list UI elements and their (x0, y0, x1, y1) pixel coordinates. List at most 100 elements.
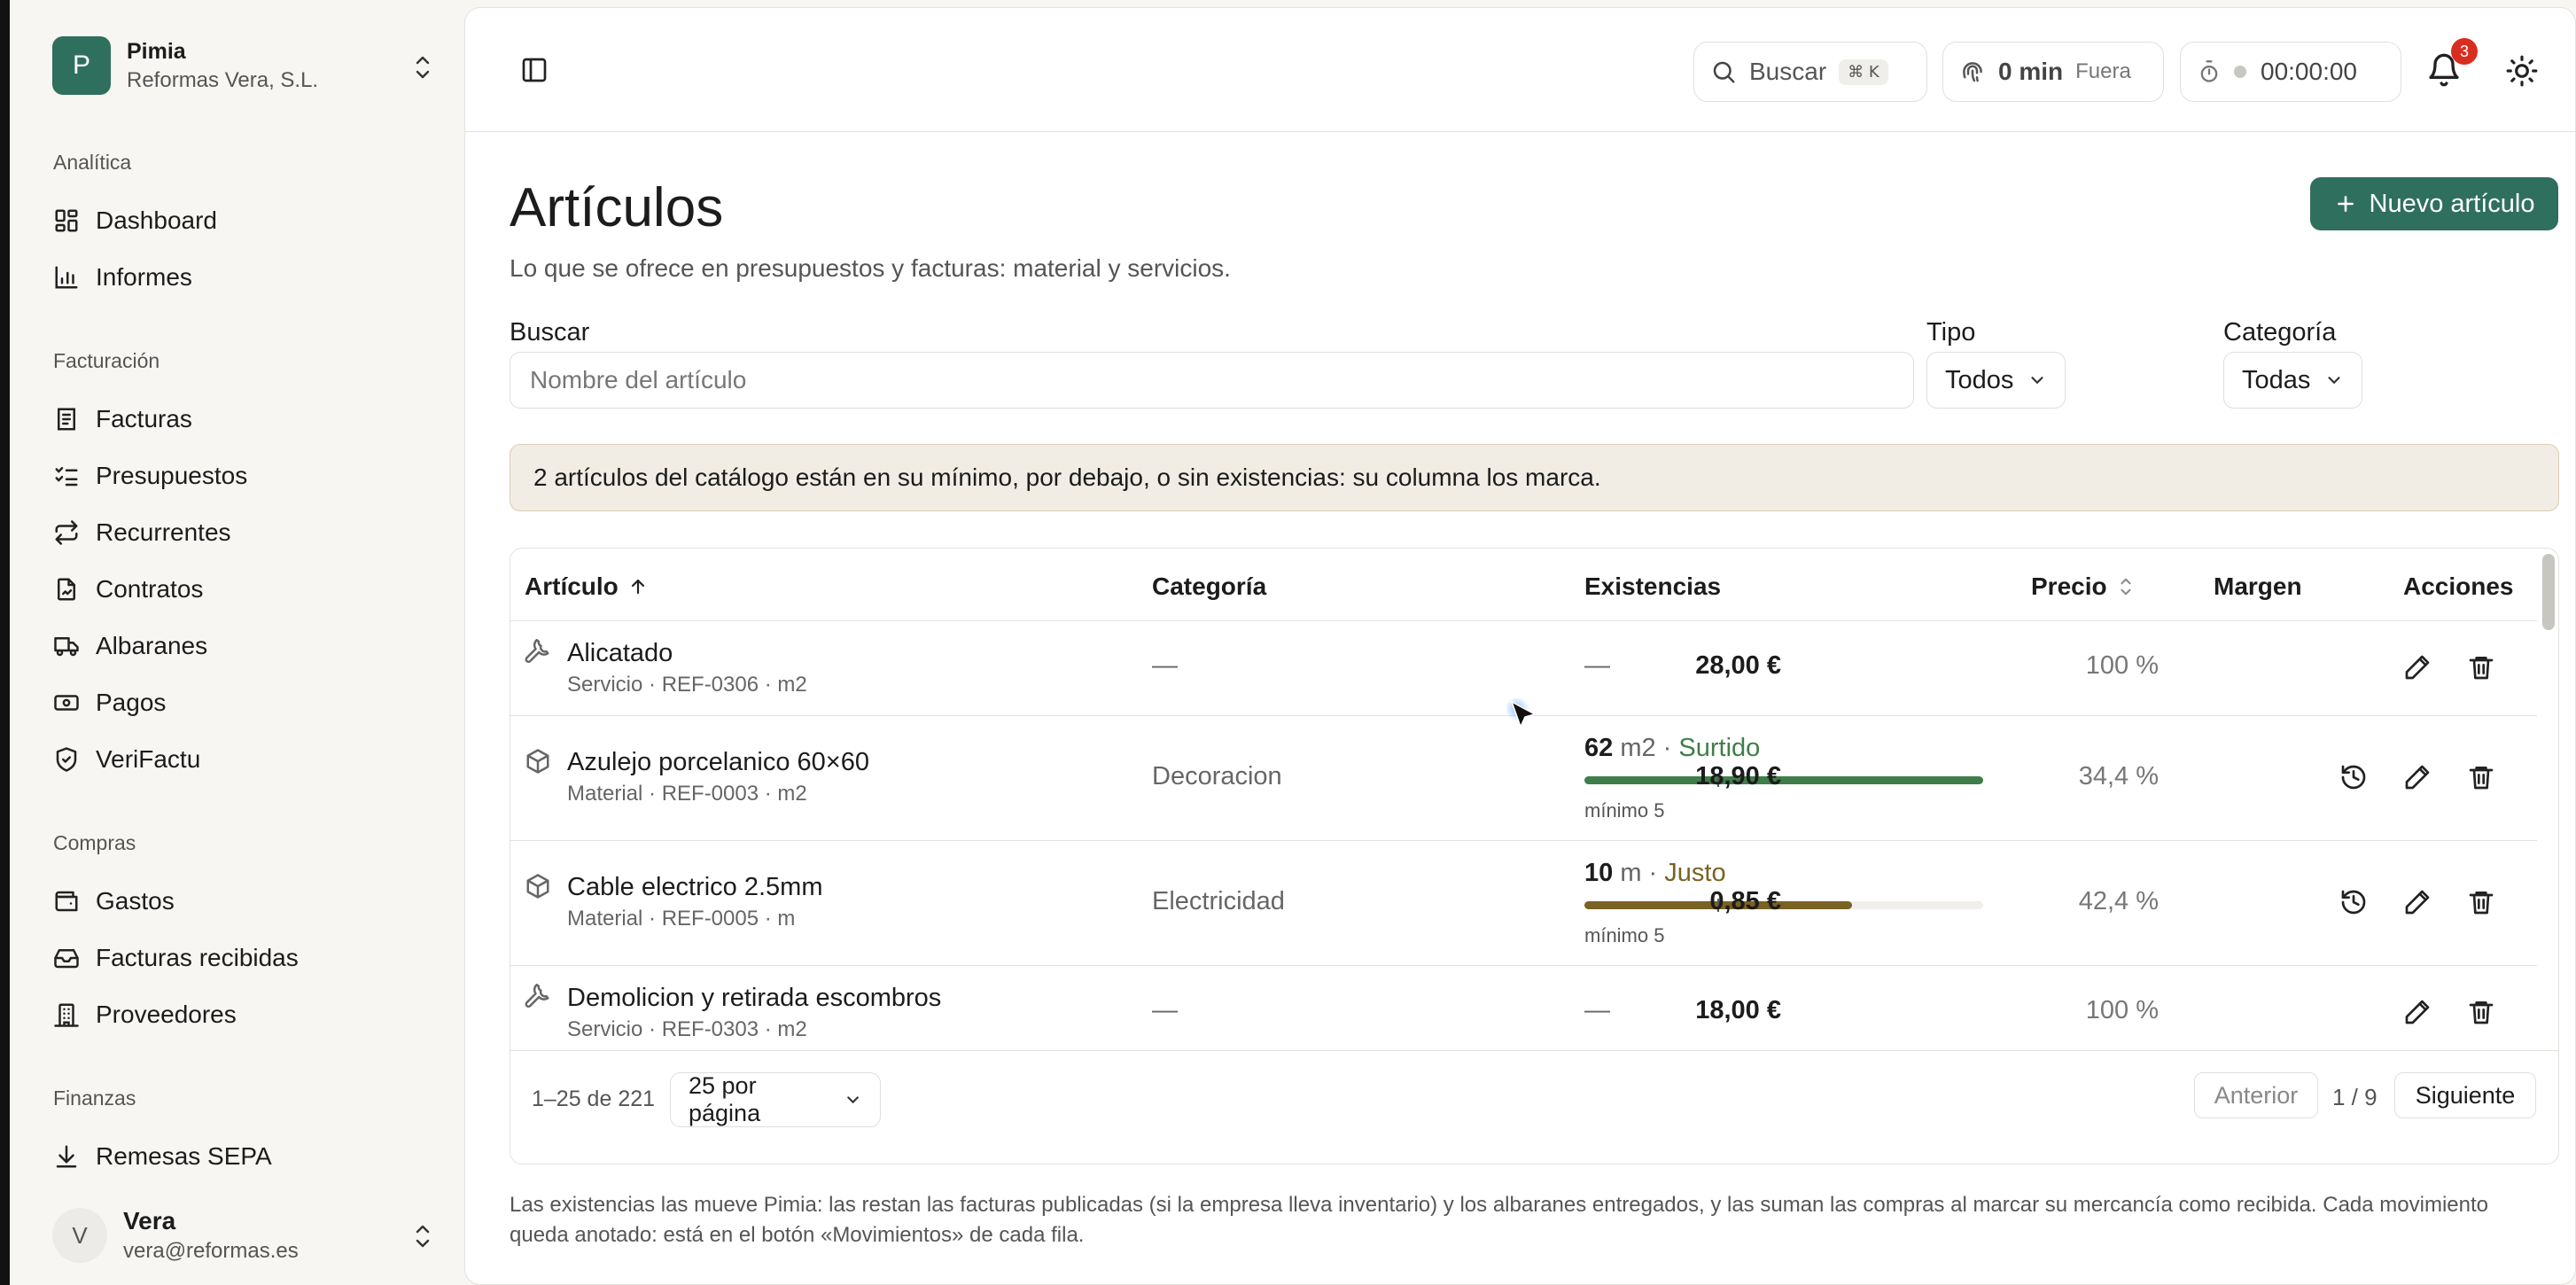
low-stock-alert: 2 artículos del catálogo están en su mín… (510, 444, 2559, 511)
article-search-input[interactable] (510, 352, 1914, 409)
pencil-icon[interactable] (2403, 888, 2432, 916)
timer-value: 00:00:00 (2261, 58, 2357, 85)
chevrons-up-down-icon (416, 1225, 430, 1248)
nav-item-label: Recurrentes (96, 518, 231, 546)
wrench-icon (525, 639, 549, 664)
category-select[interactable]: Todas (2223, 352, 2363, 409)
trash-icon[interactable] (2467, 763, 2495, 791)
section-title-compras: Compras (53, 831, 136, 854)
nav-item-facturas[interactable]: Facturas (53, 400, 434, 439)
nav-item-label: Contratos (96, 575, 204, 603)
column-header-price[interactable]: Precio (2031, 572, 2136, 601)
timer-status-dot (2234, 66, 2246, 78)
per-page-select[interactable]: 25 por página (670, 1072, 881, 1127)
article-price: 18,90 € (1622, 762, 1781, 791)
time-value: 0 min (1998, 58, 2064, 85)
article-price-value: 18,00 € (1695, 996, 1781, 1024)
pencil-icon[interactable] (2403, 653, 2432, 681)
article-margin: 100 % (2085, 651, 2159, 680)
article-meta: Servicio · REF-0303 · m2 (567, 1017, 807, 1041)
building-icon (54, 1003, 79, 1027)
nav-item-pagos[interactable]: Pagos (53, 683, 434, 722)
column-header-margin: Margen (2214, 572, 2302, 600)
nav-item-remesas-sepa[interactable]: Remesas SEPA (53, 1137, 434, 1176)
timer-button[interactable]: 00:00:00 (2180, 42, 2401, 102)
stock-quantity: 62 (1584, 734, 1614, 762)
user-name: Vera (123, 1207, 176, 1234)
chevron-down-icon (2031, 377, 2043, 385)
list-checks-icon (55, 467, 78, 487)
org-name: Pimia (127, 38, 186, 64)
truck-icon (54, 637, 79, 657)
per-page-value: 25 por página (689, 1072, 761, 1126)
page-subtitle: Lo que se ofrece en presupuestos y factu… (510, 254, 1231, 282)
type-select-value: Todos (1945, 365, 2014, 394)
pencil-icon[interactable] (2403, 998, 2432, 1026)
article-margin: 34,4 % (2078, 762, 2159, 790)
nav-item-gastos[interactable]: Gastos (53, 882, 434, 921)
global-search-button[interactable]: Buscar ⌘ K (1693, 42, 1927, 102)
wallet-icon (55, 891, 78, 912)
nav-item-proveedores[interactable]: Proveedores (53, 995, 434, 1034)
user-menu[interactable]: V Vera vera@reformas.es (52, 1201, 433, 1270)
article-stock: 62 m2 · Surtido (1584, 734, 1760, 763)
stock-minimum: mínimo 5 (1584, 799, 1665, 822)
article-meta: Material · REF-0003 · m2 (567, 782, 807, 806)
article-name: Demolicion y retirada escombros (567, 984, 942, 1012)
article-price-value: 0,85 € (1709, 887, 1781, 915)
org-switcher[interactable]: P Pimia Reformas Vera, S.L. (52, 34, 433, 97)
article-name: Alicatado (567, 639, 673, 667)
repeat-icon (55, 520, 78, 545)
trash-icon[interactable] (2467, 888, 2495, 916)
nav-item-dashboard[interactable]: Dashboard (53, 201, 434, 240)
type-select[interactable]: Todos (1926, 352, 2066, 409)
table-scrollbar[interactable] (2542, 554, 2555, 630)
column-header-article[interactable]: Artículo (525, 572, 649, 601)
previous-page-button[interactable]: Anterior (2194, 1072, 2318, 1118)
alert-text: 2 artículos del catálogo están en su mín… (533, 463, 1601, 491)
nav-item-label: Dashboard (96, 206, 217, 234)
sort-icon (2121, 578, 2131, 596)
nav-item-albaranes[interactable]: Albaranes (53, 627, 434, 666)
global-search-label: Buscar (1749, 58, 1827, 85)
history-icon[interactable] (2339, 763, 2368, 791)
main-panel: Buscar ⌘ K 0 min Fuera 00:00:00 3 Artícu… (464, 7, 2576, 1285)
stock-status: Justo (1664, 859, 1726, 887)
new-article-label: Nuevo artículo (2369, 189, 2535, 218)
column-header-label: Artículo (525, 572, 619, 600)
pencil-icon[interactable] (2403, 763, 2432, 791)
search-icon (1713, 61, 1735, 83)
nav-item-informes[interactable]: Informes (53, 258, 434, 297)
nav-item-recurrentes[interactable]: Recurrentes (53, 513, 434, 552)
banknote-icon (54, 695, 79, 711)
time-tracking-button[interactable]: 0 min Fuera (1942, 42, 2164, 102)
nav-item-presupuestos[interactable]: Presupuestos (53, 456, 434, 495)
table-footer: 1–25 de 221 25 por página Anterior 1 / 9… (510, 1050, 2558, 1164)
nav-item-contratos[interactable]: Contratos (53, 570, 434, 609)
nav-item-label: Proveedores (96, 1001, 237, 1028)
nav-item-label: Presupuestos (96, 462, 248, 489)
stock-minimum: mínimo 5 (1584, 924, 1665, 946)
article-price-value: 28,00 € (1695, 651, 1781, 680)
shield-check-icon (56, 747, 77, 772)
window-edge (0, 0, 10, 1285)
table-row[interactable]: Cable electrico 2.5mm Material · REF-000… (510, 841, 2537, 966)
plus-icon (2337, 196, 2354, 212)
next-page-button[interactable]: Siguiente (2394, 1072, 2536, 1118)
section-title-finanzas: Finanzas (53, 1086, 136, 1110)
sidebar-toggle-icon[interactable] (520, 56, 549, 84)
sun-icon[interactable] (2505, 54, 2539, 88)
category-filter-label: Categoría (2223, 318, 2337, 347)
user-email: vera@reformas.es (123, 1239, 299, 1263)
nav-item-verifactu[interactable]: VeriFactu (53, 740, 434, 779)
page-count: 1 / 9 (2332, 1084, 2378, 1110)
stock-status: Surtido (1678, 734, 1761, 762)
article-price: 0,85 € (1622, 887, 1781, 916)
nav-item-facturas-recibidas[interactable]: Facturas recibidas (53, 938, 434, 977)
history-icon[interactable] (2339, 888, 2368, 916)
file-signature-icon (58, 578, 75, 601)
table-row[interactable]: Demolicion y retirada escombros Servicio… (510, 966, 2537, 1055)
trash-icon[interactable] (2467, 998, 2495, 1026)
new-article-button[interactable]: Nuevo artículo (2310, 177, 2558, 230)
trash-icon[interactable] (2467, 653, 2495, 681)
